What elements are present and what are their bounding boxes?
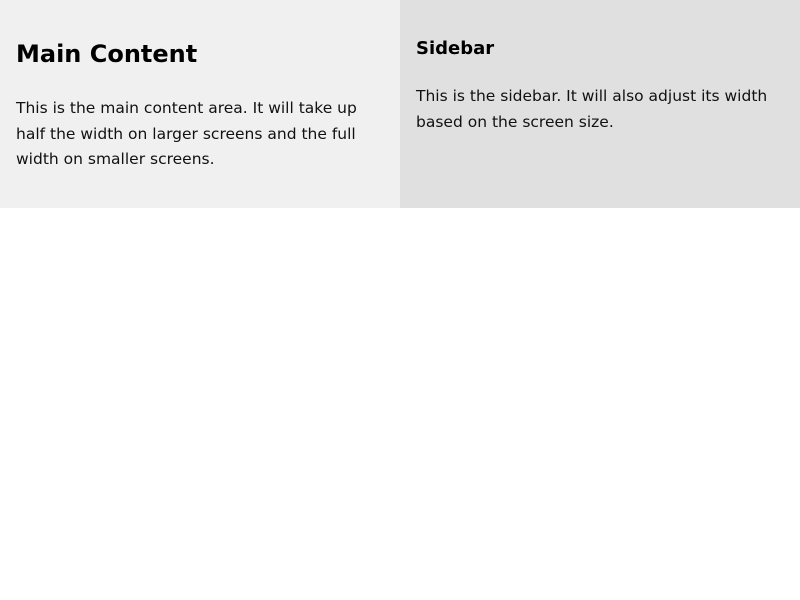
main-content: Main Content This is the main content ar… bbox=[0, 0, 400, 208]
page-layout: Main Content This is the main content ar… bbox=[0, 0, 800, 208]
sidebar: Sidebar This is the sidebar. It will als… bbox=[400, 0, 800, 208]
sidebar-text: This is the sidebar. It will also adjust… bbox=[416, 87, 768, 131]
main-content-heading: Main Content bbox=[16, 40, 198, 68]
sidebar-heading: Sidebar bbox=[416, 38, 495, 59]
main-content-text: This is the main content area. It will t… bbox=[16, 99, 357, 169]
